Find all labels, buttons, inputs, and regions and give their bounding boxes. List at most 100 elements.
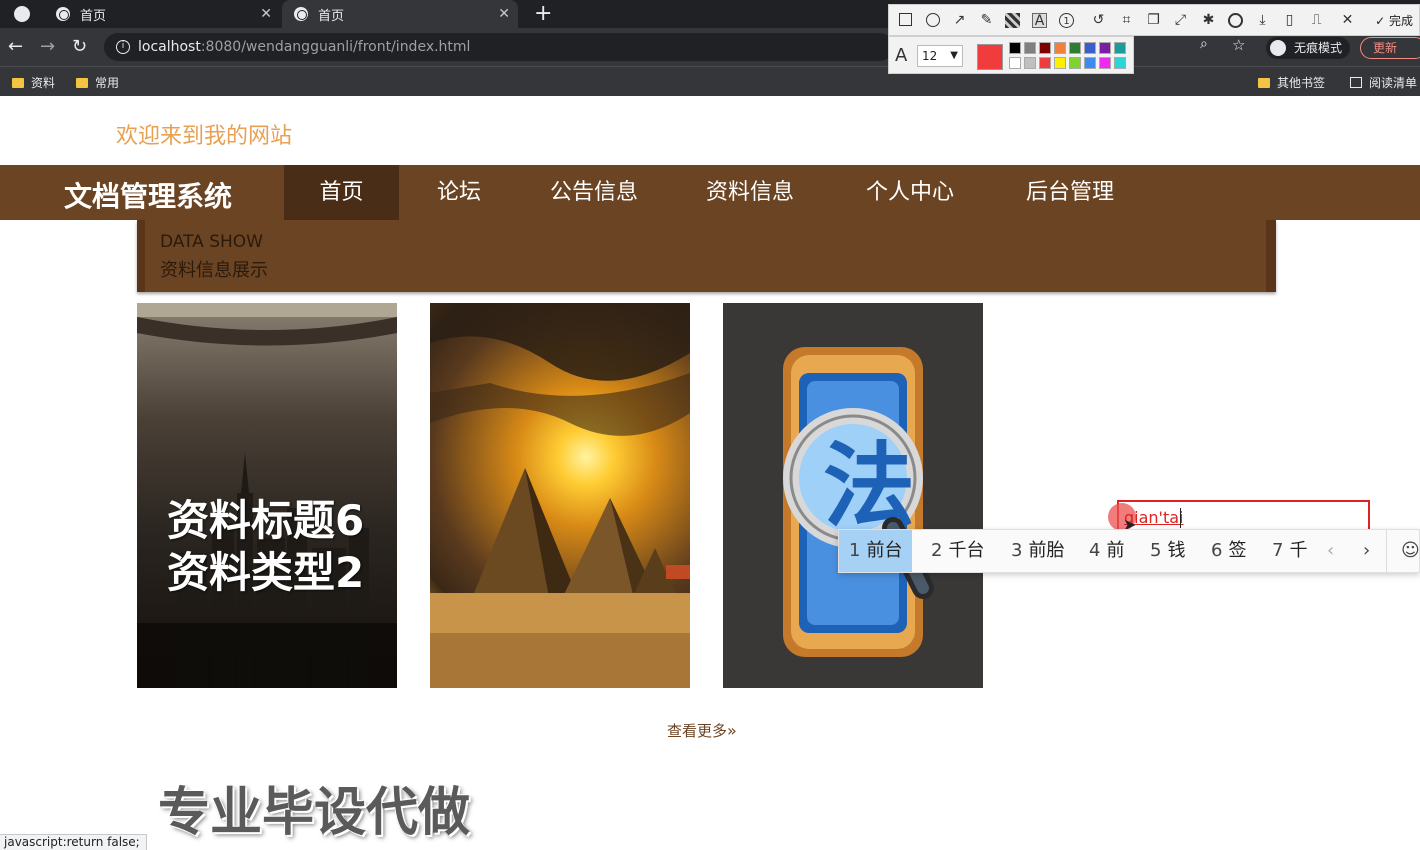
document-title: 资料标题6 — [167, 496, 365, 545]
view-more-link[interactable]: 查看更多» — [667, 720, 737, 741]
incognito-icon — [1270, 40, 1286, 56]
globe-icon — [294, 7, 308, 21]
candidate-number: 3 — [1011, 540, 1023, 561]
rectangle-tool-icon[interactable] — [899, 13, 912, 26]
site-info-icon[interactable]: i — [116, 40, 130, 54]
nav-documents[interactable]: 资料信息 — [686, 165, 814, 220]
other-bookmarks[interactable]: 其他书签 — [1258, 74, 1325, 91]
chevron-left-icon[interactable]: ‹ — [1327, 540, 1334, 561]
ime-candidate[interactable]: 6签 — [1201, 530, 1256, 572]
ime-candidate[interactable]: 1 前台 — [839, 530, 913, 572]
color-swatch[interactable] — [1099, 57, 1111, 69]
close-icon[interactable]: ✕ — [1340, 13, 1355, 28]
promo-heading: 专业毕设代做 — [158, 783, 471, 843]
forward-icon[interactable]: → — [40, 36, 55, 58]
folder-icon — [12, 77, 24, 88]
zoom-icon[interactable]: ⌕ — [1200, 36, 1208, 52]
color-swatch[interactable] — [1069, 57, 1081, 69]
bookmark-folder[interactable]: 资料 — [12, 74, 55, 91]
color-swatch[interactable] — [1054, 57, 1066, 69]
color-swatch[interactable] — [1039, 42, 1051, 54]
candidate-text: 签 — [1228, 540, 1247, 561]
arrow-tool-icon[interactable]: ↗ — [952, 13, 967, 28]
ime-candidate[interactable]: 2 千台 — [921, 530, 994, 572]
document-card[interactable]: 法 — [723, 303, 983, 688]
color-swatch[interactable] — [1099, 42, 1111, 54]
phone-icon[interactable]: ▯ — [1282, 13, 1297, 28]
main-nav: 文档管理系统 首页 论坛 公告信息 资料信息 个人中心 后台管理 — [0, 165, 1420, 220]
download-icon[interactable]: ⤓ — [1255, 13, 1270, 28]
color-swatch[interactable] — [1009, 57, 1021, 69]
emoji-icon[interactable]: ☺ — [1401, 540, 1420, 561]
pen-tool-icon[interactable]: ✎ — [979, 13, 994, 28]
ellipse-tool-icon[interactable] — [926, 13, 940, 27]
color-swatch[interactable] — [1054, 42, 1066, 54]
incognito-badge[interactable]: 无痕模式 — [1266, 37, 1351, 59]
text-tool-icon[interactable]: A — [1032, 13, 1047, 29]
copy-icon[interactable]: ❐ — [1146, 13, 1161, 28]
reload-icon[interactable]: ↻ — [72, 36, 87, 58]
check-icon: ✓ — [1375, 14, 1386, 28]
ime-candidate[interactable]: 4前 — [1079, 530, 1134, 572]
site-brand[interactable]: 文档管理系统 — [64, 175, 232, 215]
color-swatch[interactable] — [1114, 57, 1126, 69]
expand-icon[interactable]: ⤢ — [1173, 13, 1188, 28]
desert-pyramids-image — [430, 303, 690, 688]
card-title: 资料标题6 资料类型2 — [167, 495, 364, 599]
nav-notices[interactable]: 公告信息 — [530, 165, 658, 220]
tab-2[interactable]: 首页 ✕ — [282, 0, 518, 28]
font-size-select[interactable]: 12 ▼ — [917, 45, 963, 67]
color-swatch[interactable] — [1069, 42, 1081, 54]
chrome-menu-icon[interactable] — [14, 6, 30, 22]
color-swatch[interactable] — [1114, 42, 1126, 54]
mosaic-tool-icon[interactable] — [1005, 13, 1020, 28]
incognito-label: 无痕模式 — [1294, 41, 1343, 55]
chevron-right-icon[interactable]: › — [1363, 540, 1370, 561]
tab-1[interactable]: 首页 ✕ — [44, 0, 280, 28]
star-icon[interactable]: ☆ — [1232, 36, 1245, 54]
document-card[interactable] — [430, 303, 690, 688]
candidate-number: 2 — [931, 540, 943, 561]
ime-candidate[interactable]: 3 前胎 — [1001, 530, 1074, 572]
candidate-text: 钱 — [1167, 540, 1186, 561]
nav-home[interactable]: 首页 — [284, 165, 399, 220]
color-swatch[interactable] — [1009, 42, 1021, 54]
color-swatch[interactable] — [1084, 42, 1096, 54]
document-card[interactable]: 资料标题6 资料类型2 — [137, 303, 397, 688]
candidate-number: 7 — [1272, 540, 1284, 561]
folder-icon — [1258, 77, 1270, 88]
color-swatch[interactable] — [1024, 42, 1036, 54]
candidate-number: 1 — [849, 540, 861, 561]
crop-icon[interactable]: ⌗ — [1119, 13, 1134, 28]
candidate-number: 4 — [1089, 540, 1101, 561]
bookmark-icon[interactable]: ⎍ — [1309, 13, 1324, 28]
new-tab-button[interactable]: + — [534, 1, 552, 26]
back-icon[interactable]: ← — [8, 36, 23, 58]
close-icon[interactable]: ✕ — [260, 6, 272, 22]
nav-profile[interactable]: 个人中心 — [846, 165, 974, 220]
bookmark-folder[interactable]: 常用 — [76, 74, 119, 91]
undo-icon[interactable]: ↺ — [1091, 13, 1106, 28]
nav-forum[interactable]: 论坛 — [410, 165, 508, 220]
pin-icon[interactable]: ✱ — [1201, 13, 1216, 28]
nav-admin[interactable]: 后台管理 — [1006, 165, 1134, 220]
ime-candidate[interactable]: 5钱 — [1140, 530, 1195, 572]
address-bar[interactable]: i localhost:8080/wendangguanli/front/ind… — [104, 33, 894, 61]
color-swatch[interactable] — [1039, 57, 1051, 69]
update-button[interactable]: 更新 — [1360, 37, 1420, 59]
reading-list[interactable]: 阅读清单 — [1350, 74, 1417, 91]
candidate-text: 千台 — [948, 540, 985, 561]
ime-candidate[interactable]: 7千 — [1262, 530, 1317, 572]
color-swatch[interactable] — [1024, 57, 1036, 69]
candidate-number: 5 — [1150, 540, 1162, 561]
close-icon[interactable]: ✕ — [498, 6, 510, 22]
color-swatch[interactable] — [1084, 57, 1096, 69]
done-button[interactable]: ✓ 完成 — [1375, 12, 1413, 29]
current-color-swatch[interactable] — [977, 44, 1003, 70]
record-icon[interactable] — [1228, 13, 1243, 28]
text-caret — [1180, 508, 1181, 528]
tab-title: 首页 — [80, 8, 107, 24]
url-path: :8080/wendangguanli/front/index.html — [200, 39, 471, 55]
candidate-text: 前胎 — [1028, 540, 1065, 561]
number-tool-icon[interactable]: 1 — [1059, 13, 1074, 28]
